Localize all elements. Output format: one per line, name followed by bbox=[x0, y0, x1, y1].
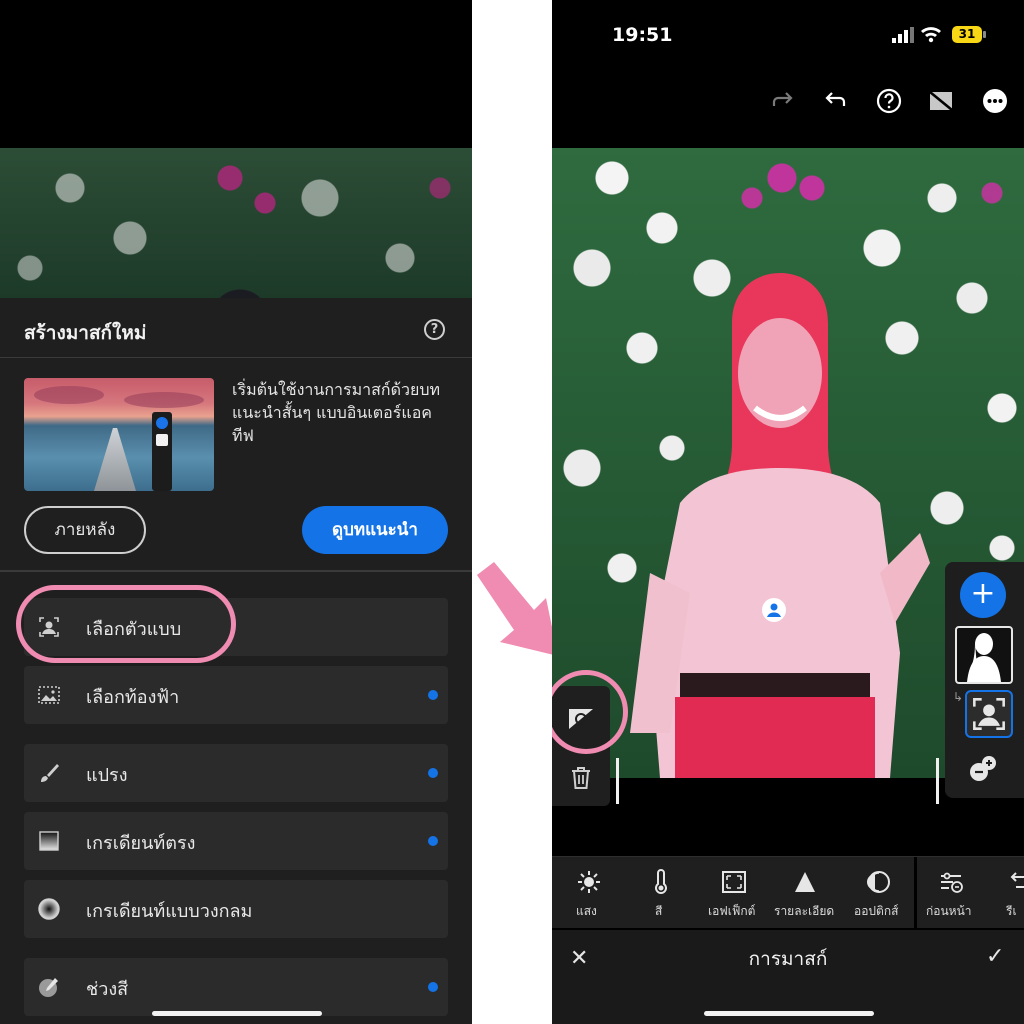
subject-mask-overlay bbox=[630, 273, 930, 778]
question-circle-icon[interactable]: ? bbox=[424, 319, 445, 340]
tutorial-description: เริ่มต้นใช้งานการมาสก์ด้วยบทแนะนำสั้นๆ แ… bbox=[232, 380, 441, 445]
subject-sub-mask[interactable] bbox=[965, 690, 1013, 738]
view-tutorial-button[interactable]: ดูบทแนะนำ bbox=[302, 506, 448, 554]
radial-gradient-icon bbox=[38, 898, 60, 920]
subject-icon bbox=[973, 698, 1005, 730]
trash-icon[interactable] bbox=[570, 766, 592, 790]
highlight-circle bbox=[16, 585, 236, 663]
undo-icon[interactable] bbox=[822, 88, 848, 114]
redo-icon[interactable] bbox=[770, 88, 796, 114]
mask-thumbnail[interactable] bbox=[955, 626, 1013, 684]
new-badge bbox=[428, 982, 438, 992]
slider-marker bbox=[936, 758, 939, 804]
new-badge bbox=[428, 690, 438, 700]
sub-mask-arrow-icon: ↳ bbox=[953, 690, 964, 704]
tab-previous[interactable]: ก่อนหน้า bbox=[924, 857, 980, 929]
option-label: แปรง bbox=[86, 765, 128, 786]
tab-reset[interactable]: รีเ bbox=[992, 857, 1024, 929]
bottom-bar: ✕ การมาสก์ ✓ bbox=[552, 930, 1024, 1024]
thermometer-icon bbox=[655, 869, 667, 894]
mask-pin-icon[interactable] bbox=[762, 598, 786, 622]
wifi-icon bbox=[921, 27, 941, 43]
bottom-title: การมาสก์ bbox=[748, 948, 828, 970]
tab-detail[interactable]: รายละเอียด bbox=[772, 857, 838, 929]
triangle-icon bbox=[795, 872, 815, 892]
adjust-label: รายละเอียด bbox=[774, 904, 835, 918]
optics-icon bbox=[867, 871, 890, 893]
battery-level: 31 bbox=[952, 26, 982, 43]
home-indicator bbox=[704, 1011, 874, 1016]
sheet-header: สร้างมาสก์ใหม่ ? bbox=[0, 298, 472, 358]
toolbar-separator bbox=[914, 857, 917, 929]
sky-icon bbox=[38, 686, 60, 704]
option-brush[interactable]: แปรง bbox=[24, 744, 448, 802]
divider bbox=[0, 570, 472, 572]
signal-icon bbox=[892, 27, 914, 43]
tutorial-thumbnail bbox=[24, 378, 214, 491]
previous-icon bbox=[941, 872, 963, 893]
compare-icon[interactable] bbox=[928, 88, 954, 114]
tab-optics[interactable]: ออปติกส์ bbox=[850, 857, 908, 929]
new-badge bbox=[428, 768, 438, 778]
add-mask-button[interactable]: + bbox=[960, 572, 1006, 618]
option-label: ช่วงสี bbox=[86, 979, 129, 1000]
tab-light[interactable]: แสง bbox=[572, 857, 606, 929]
tab-color[interactable]: สี bbox=[646, 857, 676, 929]
later-button[interactable]: ภายหลัง bbox=[24, 506, 146, 554]
option-label: เกรเดียนท์แบบวงกลม bbox=[86, 901, 253, 922]
adjustments-toolbar: แสง สี เอฟเฟ็กต์ รายละเอียด ออปติกส์ ก่อ… bbox=[552, 856, 1024, 929]
adjust-label: รีเ bbox=[1006, 904, 1017, 918]
sheet-title: สร้างมาสก์ใหม่ bbox=[24, 322, 147, 344]
effects-icon bbox=[722, 871, 746, 893]
linear-gradient-icon bbox=[39, 831, 59, 851]
option-label: เกรเดียนท์ตรง bbox=[86, 833, 196, 854]
option-label: เลือกท้องฟ้า bbox=[86, 687, 180, 708]
option-linear-gradient[interactable]: เกรเดียนท์ตรง bbox=[24, 812, 448, 870]
new-badge bbox=[428, 836, 438, 846]
add-subtract-icon[interactable] bbox=[968, 754, 998, 784]
color-range-icon bbox=[39, 978, 58, 997]
option-color-range[interactable]: ช่วงสี bbox=[24, 958, 448, 1016]
status-time: 19:51 bbox=[612, 24, 673, 46]
more-icon[interactable] bbox=[982, 88, 1008, 114]
option-radial-gradient[interactable]: เกรเดียนท์แบบวงกลม bbox=[24, 880, 448, 938]
masks-panel: + ↳ bbox=[945, 562, 1024, 798]
sun-icon bbox=[578, 871, 600, 893]
reset-icon bbox=[1010, 872, 1024, 888]
adjust-label: ก่อนหน้า bbox=[926, 904, 972, 918]
battery-tip bbox=[983, 31, 986, 38]
adjust-label: แสง bbox=[576, 904, 597, 918]
comparison-screenshot: สร้างมาสก์ใหม่ ? เริ่มต้นใช้งานการมาสก์ด… bbox=[0, 0, 1024, 1024]
adjust-label: สี bbox=[655, 904, 663, 918]
help-icon[interactable] bbox=[876, 88, 902, 114]
adjust-label: ออปติกส์ bbox=[854, 904, 899, 918]
photo-preview bbox=[0, 148, 472, 298]
right-phone-screen: 19:51 31 + ↳ แสง สี เอฟเฟ็กต์ รายละเอียด… bbox=[552, 0, 1024, 1024]
slider-marker bbox=[616, 758, 619, 804]
tab-effects[interactable]: เอฟเฟ็กต์ bbox=[704, 857, 764, 929]
mask-silhouette-icon bbox=[967, 633, 1001, 682]
left-phone-screen: สร้างมาสก์ใหม่ ? เริ่มต้นใช้งานการมาสก์ด… bbox=[0, 0, 472, 1024]
option-select-sky[interactable]: เลือกท้องฟ้า bbox=[24, 666, 448, 724]
brush-icon bbox=[41, 764, 59, 782]
checkmark-icon[interactable]: ✓ bbox=[986, 944, 1004, 969]
home-indicator bbox=[152, 1011, 322, 1016]
pink-arrow-icon bbox=[477, 562, 558, 656]
adjust-label: เอฟเฟ็กต์ bbox=[708, 904, 756, 918]
